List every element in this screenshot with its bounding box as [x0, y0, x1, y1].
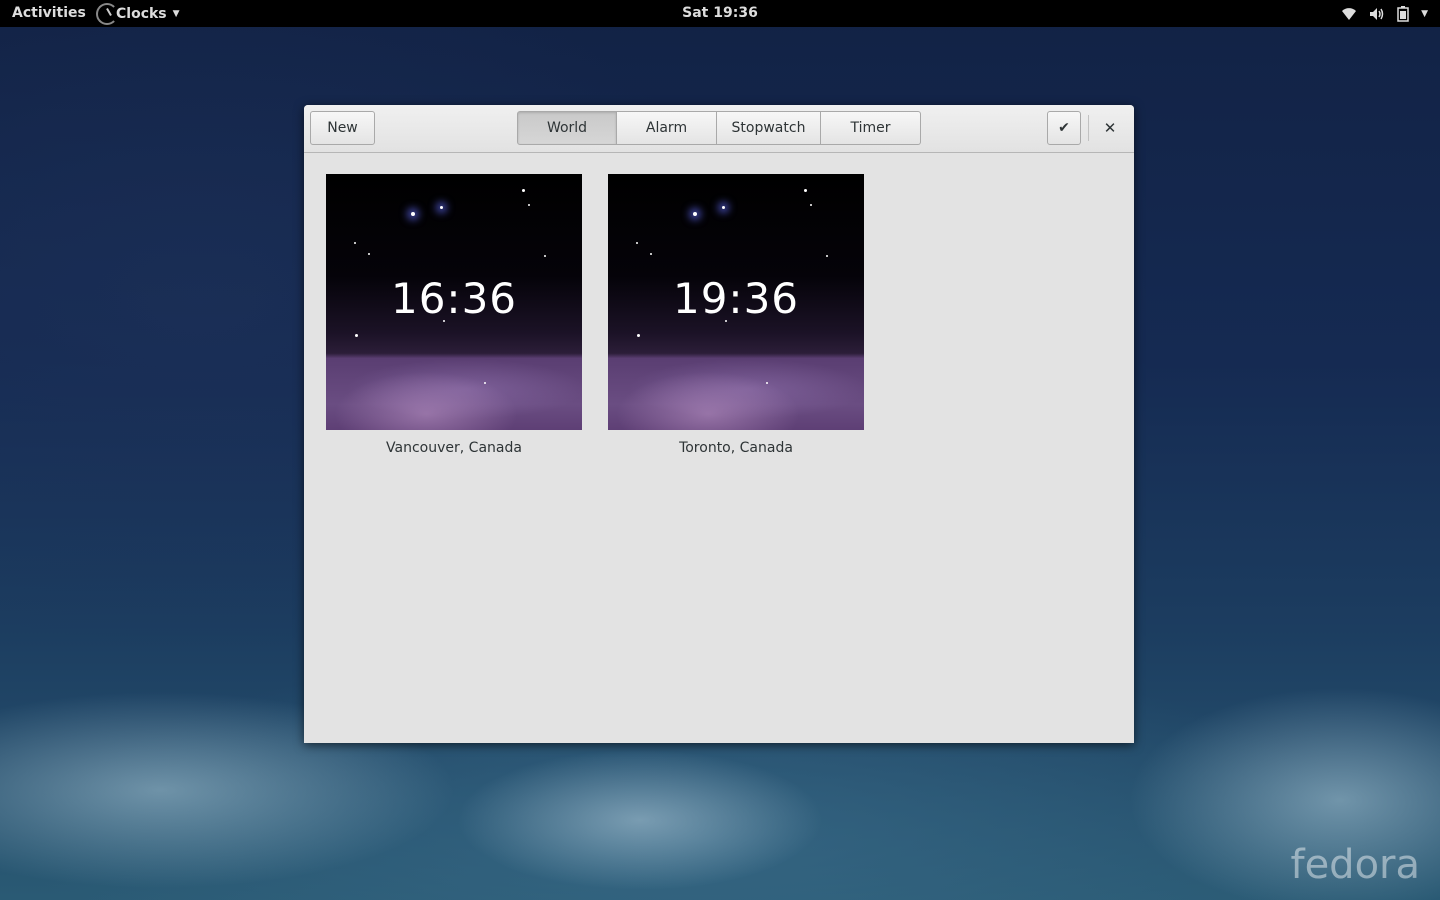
star — [810, 204, 812, 206]
tab-timer[interactable]: Timer — [821, 111, 921, 145]
chevron-down-icon: ▼ — [1421, 8, 1428, 19]
star — [544, 255, 546, 257]
clocks-window: New World Alarm Stopwatch Timer ✔ ✕ 16:3… — [304, 105, 1134, 743]
night-sky-image: 19:36 — [608, 174, 864, 430]
star — [766, 382, 768, 384]
close-button[interactable]: ✕ — [1097, 111, 1123, 145]
world-clock-tile[interactable]: 19:36 Toronto, Canada — [608, 174, 864, 456]
volume-icon — [1369, 7, 1385, 21]
star — [484, 382, 486, 384]
star — [636, 242, 638, 244]
tab-world[interactable]: World — [517, 111, 617, 145]
tab-alarm[interactable]: Alarm — [617, 111, 717, 145]
star — [826, 255, 828, 257]
clock-datetime[interactable]: Sat 19:36 — [0, 5, 1440, 21]
stack-switcher: World Alarm Stopwatch Timer — [517, 111, 921, 145]
star — [804, 189, 807, 192]
star — [650, 253, 652, 255]
night-sky-image: 16:36 — [326, 174, 582, 430]
new-button[interactable]: New — [310, 111, 375, 145]
star — [637, 334, 640, 337]
close-icon: ✕ — [1103, 119, 1117, 137]
star — [354, 242, 356, 244]
battery-icon — [1397, 5, 1409, 22]
checkmark-icon: ✔ — [1058, 120, 1070, 136]
system-tray[interactable]: ▼ — [1341, 0, 1428, 27]
star — [355, 334, 358, 337]
header-bar: New World Alarm Stopwatch Timer ✔ ✕ — [304, 105, 1134, 153]
select-button[interactable]: ✔ — [1047, 111, 1081, 145]
clock-city-label: Toronto, Canada — [679, 440, 793, 456]
header-separator — [1088, 115, 1089, 141]
star — [522, 189, 525, 192]
star — [528, 204, 530, 206]
star — [411, 212, 415, 216]
fedora-logo: fedora — [1290, 842, 1420, 888]
clock-time: 16:36 — [390, 274, 518, 323]
star — [722, 206, 725, 209]
star — [693, 212, 697, 216]
top-bar: Activities Clocks ▼ Sat 19:36 ▼ — [0, 0, 1440, 27]
star — [440, 206, 443, 209]
star — [368, 253, 370, 255]
world-clock-tile[interactable]: 16:36 Vancouver, Canada — [326, 174, 582, 456]
tab-stopwatch[interactable]: Stopwatch — [717, 111, 821, 145]
clock-city-label: Vancouver, Canada — [386, 440, 522, 456]
clock-time: 19:36 — [672, 274, 800, 323]
wifi-icon — [1341, 7, 1357, 21]
